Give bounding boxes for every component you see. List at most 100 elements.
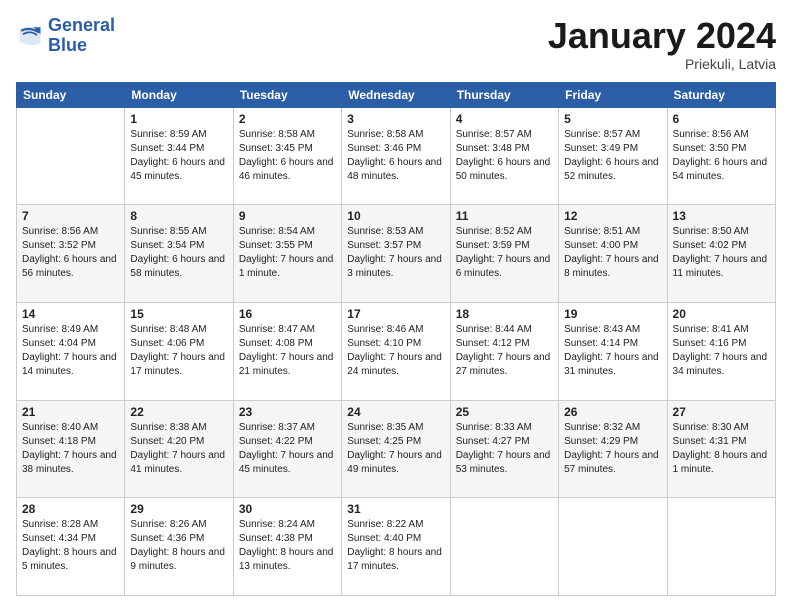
- week-row-3: 14 Sunrise: 8:49 AM Sunset: 4:04 PM Dayl…: [17, 302, 776, 400]
- sunset-text: Sunset: 4:38 PM: [239, 532, 336, 546]
- daylight-text: Daylight: 7 hours and 8 minutes.: [564, 253, 661, 281]
- calendar-cell: 15 Sunrise: 8:48 AM Sunset: 4:06 PM Dayl…: [125, 302, 233, 400]
- day-number: 8: [130, 209, 227, 223]
- week-row-4: 21 Sunrise: 8:40 AM Sunset: 4:18 PM Dayl…: [17, 400, 776, 498]
- sunrise-text: Sunrise: 8:43 AM: [564, 323, 661, 337]
- calendar-cell: 16 Sunrise: 8:47 AM Sunset: 4:08 PM Dayl…: [233, 302, 341, 400]
- daylight-text: Daylight: 8 hours and 1 minute.: [673, 449, 770, 477]
- sunrise-text: Sunrise: 8:48 AM: [130, 323, 227, 337]
- day-info: Sunrise: 8:32 AM Sunset: 4:29 PM Dayligh…: [564, 421, 661, 477]
- day-info: Sunrise: 8:51 AM Sunset: 4:00 PM Dayligh…: [564, 225, 661, 281]
- sunset-text: Sunset: 4:34 PM: [22, 532, 119, 546]
- sunset-text: Sunset: 4:12 PM: [456, 337, 553, 351]
- daylight-text: Daylight: 7 hours and 45 minutes.: [239, 449, 336, 477]
- calendar-cell: 17 Sunrise: 8:46 AM Sunset: 4:10 PM Dayl…: [342, 302, 450, 400]
- day-number: 2: [239, 112, 336, 126]
- calendar-cell: 21 Sunrise: 8:40 AM Sunset: 4:18 PM Dayl…: [17, 400, 125, 498]
- daylight-text: Daylight: 6 hours and 50 minutes.: [456, 156, 553, 184]
- day-info: Sunrise: 8:57 AM Sunset: 3:48 PM Dayligh…: [456, 128, 553, 184]
- calendar-cell: 13 Sunrise: 8:50 AM Sunset: 4:02 PM Dayl…: [667, 205, 775, 303]
- day-number: 10: [347, 209, 444, 223]
- day-number: 23: [239, 405, 336, 419]
- sunrise-text: Sunrise: 8:58 AM: [239, 128, 336, 142]
- day-info: Sunrise: 8:22 AM Sunset: 4:40 PM Dayligh…: [347, 518, 444, 574]
- day-info: Sunrise: 8:47 AM Sunset: 4:08 PM Dayligh…: [239, 323, 336, 379]
- daylight-text: Daylight: 7 hours and 27 minutes.: [456, 351, 553, 379]
- calendar-cell: 27 Sunrise: 8:30 AM Sunset: 4:31 PM Dayl…: [667, 400, 775, 498]
- daylight-text: Daylight: 6 hours and 52 minutes.: [564, 156, 661, 184]
- daylight-text: Daylight: 6 hours and 56 minutes.: [22, 253, 119, 281]
- daylight-text: Daylight: 7 hours and 14 minutes.: [22, 351, 119, 379]
- daylight-text: Daylight: 8 hours and 5 minutes.: [22, 546, 119, 574]
- day-info: Sunrise: 8:59 AM Sunset: 3:44 PM Dayligh…: [130, 128, 227, 184]
- calendar-cell: 3 Sunrise: 8:58 AM Sunset: 3:46 PM Dayli…: [342, 107, 450, 205]
- sunrise-text: Sunrise: 8:32 AM: [564, 421, 661, 435]
- sunrise-text: Sunrise: 8:49 AM: [22, 323, 119, 337]
- sunset-text: Sunset: 4:27 PM: [456, 435, 553, 449]
- day-number: 6: [673, 112, 770, 126]
- day-info: Sunrise: 8:41 AM Sunset: 4:16 PM Dayligh…: [673, 323, 770, 379]
- day-number: 25: [456, 405, 553, 419]
- sunset-text: Sunset: 4:20 PM: [130, 435, 227, 449]
- sunset-text: Sunset: 4:02 PM: [673, 239, 770, 253]
- daylight-text: Daylight: 7 hours and 38 minutes.: [22, 449, 119, 477]
- header-tuesday: Tuesday: [233, 82, 341, 107]
- calendar-cell: 22 Sunrise: 8:38 AM Sunset: 4:20 PM Dayl…: [125, 400, 233, 498]
- day-info: Sunrise: 8:50 AM Sunset: 4:02 PM Dayligh…: [673, 225, 770, 281]
- day-number: 17: [347, 307, 444, 321]
- sunset-text: Sunset: 3:52 PM: [22, 239, 119, 253]
- sunset-text: Sunset: 3:54 PM: [130, 239, 227, 253]
- calendar-cell: 11 Sunrise: 8:52 AM Sunset: 3:59 PM Dayl…: [450, 205, 558, 303]
- sunset-text: Sunset: 3:49 PM: [564, 142, 661, 156]
- day-number: 19: [564, 307, 661, 321]
- sunset-text: Sunset: 3:59 PM: [456, 239, 553, 253]
- location: Priekuli, Latvia: [548, 56, 776, 72]
- sunrise-text: Sunrise: 8:33 AM: [456, 421, 553, 435]
- week-row-2: 7 Sunrise: 8:56 AM Sunset: 3:52 PM Dayli…: [17, 205, 776, 303]
- day-number: 11: [456, 209, 553, 223]
- day-number: 1: [130, 112, 227, 126]
- day-info: Sunrise: 8:35 AM Sunset: 4:25 PM Dayligh…: [347, 421, 444, 477]
- day-number: 13: [673, 209, 770, 223]
- day-number: 29: [130, 502, 227, 516]
- sunset-text: Sunset: 4:18 PM: [22, 435, 119, 449]
- logo-line2: Blue: [48, 35, 87, 55]
- sunrise-text: Sunrise: 8:52 AM: [456, 225, 553, 239]
- daylight-text: Daylight: 7 hours and 6 minutes.: [456, 253, 553, 281]
- calendar-table: Sunday Monday Tuesday Wednesday Thursday…: [16, 82, 776, 596]
- sunrise-text: Sunrise: 8:50 AM: [673, 225, 770, 239]
- day-info: Sunrise: 8:55 AM Sunset: 3:54 PM Dayligh…: [130, 225, 227, 281]
- calendar-cell: 29 Sunrise: 8:26 AM Sunset: 4:36 PM Dayl…: [125, 498, 233, 596]
- daylight-text: Daylight: 6 hours and 54 minutes.: [673, 156, 770, 184]
- calendar-cell: 8 Sunrise: 8:55 AM Sunset: 3:54 PM Dayli…: [125, 205, 233, 303]
- day-number: 4: [456, 112, 553, 126]
- sunset-text: Sunset: 4:29 PM: [564, 435, 661, 449]
- header-monday: Monday: [125, 82, 233, 107]
- calendar-cell: 28 Sunrise: 8:28 AM Sunset: 4:34 PM Dayl…: [17, 498, 125, 596]
- sunset-text: Sunset: 4:08 PM: [239, 337, 336, 351]
- day-info: Sunrise: 8:54 AM Sunset: 3:55 PM Dayligh…: [239, 225, 336, 281]
- sunrise-text: Sunrise: 8:56 AM: [22, 225, 119, 239]
- calendar-cell: 10 Sunrise: 8:53 AM Sunset: 3:57 PM Dayl…: [342, 205, 450, 303]
- calendar-cell: [667, 498, 775, 596]
- sunrise-text: Sunrise: 8:56 AM: [673, 128, 770, 142]
- day-info: Sunrise: 8:24 AM Sunset: 4:38 PM Dayligh…: [239, 518, 336, 574]
- sunset-text: Sunset: 4:40 PM: [347, 532, 444, 546]
- day-number: 28: [22, 502, 119, 516]
- sunrise-text: Sunrise: 8:40 AM: [22, 421, 119, 435]
- sunrise-text: Sunrise: 8:51 AM: [564, 225, 661, 239]
- calendar-cell: 23 Sunrise: 8:37 AM Sunset: 4:22 PM Dayl…: [233, 400, 341, 498]
- sunrise-text: Sunrise: 8:41 AM: [673, 323, 770, 337]
- day-info: Sunrise: 8:56 AM Sunset: 3:52 PM Dayligh…: [22, 225, 119, 281]
- day-info: Sunrise: 8:44 AM Sunset: 4:12 PM Dayligh…: [456, 323, 553, 379]
- calendar-cell: 5 Sunrise: 8:57 AM Sunset: 3:49 PM Dayli…: [559, 107, 667, 205]
- calendar-cell: 25 Sunrise: 8:33 AM Sunset: 4:27 PM Dayl…: [450, 400, 558, 498]
- calendar-cell: 18 Sunrise: 8:44 AM Sunset: 4:12 PM Dayl…: [450, 302, 558, 400]
- day-info: Sunrise: 8:43 AM Sunset: 4:14 PM Dayligh…: [564, 323, 661, 379]
- day-info: Sunrise: 8:40 AM Sunset: 4:18 PM Dayligh…: [22, 421, 119, 477]
- day-info: Sunrise: 8:52 AM Sunset: 3:59 PM Dayligh…: [456, 225, 553, 281]
- sunrise-text: Sunrise: 8:47 AM: [239, 323, 336, 337]
- day-number: 9: [239, 209, 336, 223]
- day-number: 22: [130, 405, 227, 419]
- day-info: Sunrise: 8:37 AM Sunset: 4:22 PM Dayligh…: [239, 421, 336, 477]
